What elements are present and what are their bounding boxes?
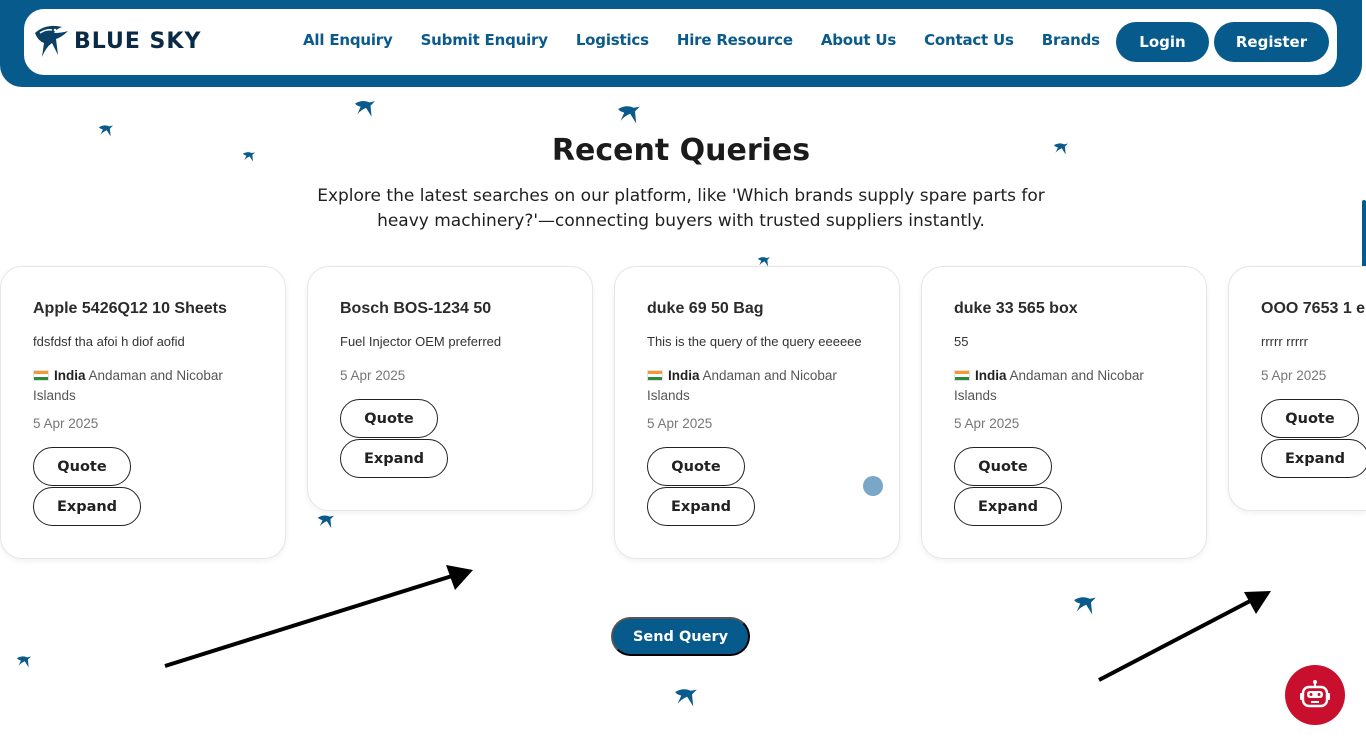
quote-button[interactable]: Quote [340,399,438,438]
expand-button[interactable]: Expand [33,487,141,526]
bird-icon [618,106,640,124]
bird-icon [1074,597,1096,615]
query-country: India [668,368,700,383]
nav-about-us[interactable]: About Us [821,31,896,49]
query-title: duke 69 50 Bag [647,300,764,317]
query-description: Fuel Injector OEM preferred [340,334,502,349]
flag-india-icon [647,370,663,381]
query-title: Bosch BOS-1234 50 [340,300,492,317]
arrow-head [1244,591,1271,614]
query-title: OOO 7653 1 e [1261,300,1366,317]
expand-button[interactable]: Expand [1261,439,1366,478]
navbar: BLUE SKY All Enquiry Submit Enquiry Logi… [24,9,1337,75]
query-description: rrrrr rrrrr [1261,334,1308,349]
quote-button[interactable]: Quote [954,447,1052,486]
query-title: duke 33 565 box [954,300,1078,317]
nav-hire-resource[interactable]: Hire Resource [677,31,793,49]
nav-submit-enquiry[interactable]: Submit Enquiry [421,31,548,49]
eagle-logo-icon [35,25,68,57]
flag-india-icon [33,370,49,381]
register-button[interactable]: Register [1214,22,1329,62]
bird-icon [17,656,31,668]
query-title: Apple 5426Q12 10 Sheets [33,300,227,317]
query-card: duke 69 50 Bag This is the query of the … [614,266,900,559]
expand-button[interactable]: Expand [954,487,1062,526]
query-location: India Andaman and Nicobar Islands [954,366,1174,406]
quote-button[interactable]: Quote [647,447,745,486]
query-date: 5 Apr 2025 [954,416,1020,431]
bird-icon [355,100,375,117]
send-query-button[interactable]: Send Query [611,617,750,656]
page-title: Recent Queries [551,133,811,168]
nav-all-enquiry[interactable]: All Enquiry [303,31,393,49]
arrow-head [446,565,473,590]
quote-button[interactable]: Quote [33,447,131,486]
query-description: 55 [954,334,969,349]
query-location: India Andaman and Nicobar Islands [647,366,867,406]
logo[interactable]: BLUE SKY [32,21,201,61]
query-date: 5 Apr 2025 [33,416,99,431]
expand-button[interactable]: Expand [340,439,448,478]
chatbot-button[interactable] [1285,665,1345,725]
page-subtitle: Explore the latest searches on our platf… [317,186,1045,231]
quote-button[interactable]: Quote [1261,399,1359,438]
query-location: India Andaman and Nicobar Islands [33,366,253,406]
nav-brands[interactable]: Brands [1042,31,1100,49]
flag-india-icon [954,370,970,381]
query-date: 5 Apr 2025 [647,416,713,431]
query-description: This is the query of the query eeeeee [647,334,862,349]
query-country: India [975,368,1007,383]
query-date: 5 Apr 2025 [340,368,406,383]
query-card: Apple 5426Q12 10 Sheets fdsfdsf tha afoi… [0,266,286,559]
query-country: India [54,368,86,383]
expand-button[interactable]: Expand [647,487,755,526]
carousel-cursor-dot [863,476,883,496]
main-nav: All Enquiry Submit Enquiry Logistics Hir… [303,31,1128,49]
query-card: OOO 7653 1 e rrrrr rrrrr 5 Apr 2025 Quot… [1228,266,1366,511]
nav-contact-us[interactable]: Contact Us [924,31,1014,49]
chatbot-icon [1300,680,1330,708]
bird-icon [675,689,697,707]
logo-text: BLUE SKY [74,28,202,54]
login-button[interactable]: Login [1116,22,1209,62]
bird-icon [318,515,334,529]
query-card: Bosch BOS-1234 50 Fuel Injector OEM pref… [307,266,593,511]
nav-logistics[interactable]: Logistics [576,31,649,49]
query-description: fdsfdsf tha afoi h diof aofid [33,334,185,349]
query-date: 5 Apr 2025 [1261,368,1327,383]
query-card: duke 33 565 box 55 India Andaman and Nic… [921,266,1207,559]
